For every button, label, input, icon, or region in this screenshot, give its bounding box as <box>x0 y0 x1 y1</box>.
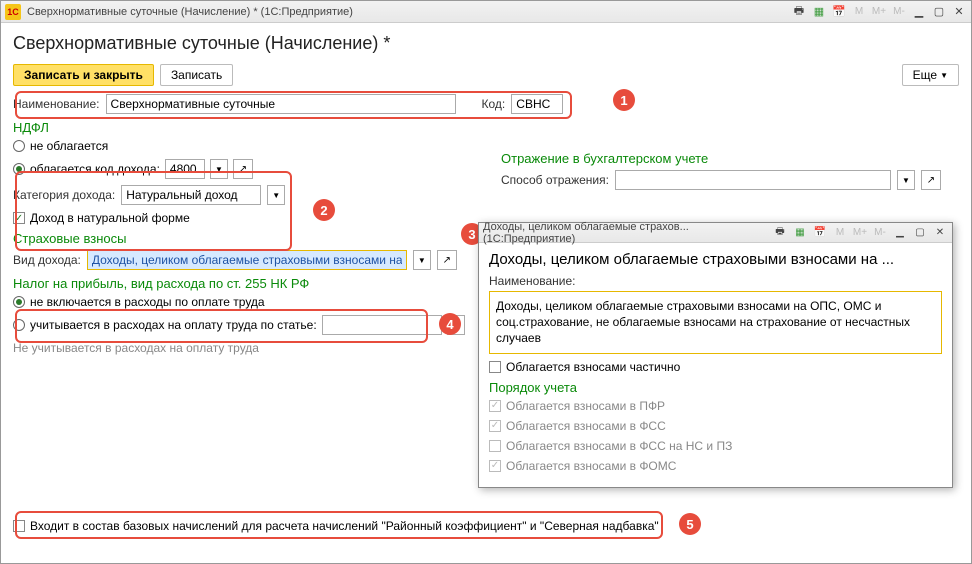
more-label: Еще <box>913 68 937 82</box>
profit-article-input[interactable] <box>322 315 442 335</box>
popup-name-box[interactable]: Доходы, целиком облагаемые страховыми вз… <box>489 291 942 354</box>
save-button[interactable]: Записать <box>160 64 233 86</box>
ndfl-none-label: не облагается <box>30 139 108 153</box>
badge-1: 1 <box>613 89 635 111</box>
ndfl-none-radio[interactable]: не облагается <box>13 139 483 153</box>
popup-pfr-checkbox: Облагается взносами в ПФР <box>489 399 942 413</box>
popup-foms-checkbox: Облагается взносами в ФОМС <box>489 459 942 473</box>
popup-partial-label: Облагается взносами частично <box>506 360 680 374</box>
cat-input[interactable] <box>121 185 261 205</box>
code-label: Код: <box>482 97 506 111</box>
profit-opt1-label: не включается в расходы по оплате труда <box>30 295 265 309</box>
name-input[interactable] <box>106 94 456 114</box>
popup-min-icon[interactable]: ▁ <box>892 225 908 241</box>
cat-dropdown[interactable]: ▼ <box>267 185 285 205</box>
popup-fssns-checkbox: Облагается взносами в ФСС на НС и ПЗ <box>489 439 942 453</box>
profit-opt2-radio[interactable]: учитывается в расходах на оплату труда п… <box>13 315 483 335</box>
chevron-down-icon: ▼ <box>940 71 948 80</box>
ndfl-taxed-radio[interactable]: облагается код дохода: ▼ ↗ <box>13 159 483 179</box>
popup-print-icon[interactable]: 🖶 <box>772 225 788 241</box>
page-title: Сверхнормативные суточные (Начисление) * <box>13 33 959 54</box>
base-calc-label: Входит в состав базовых начислений для р… <box>30 519 659 533</box>
minimize-icon[interactable]: ▁ <box>911 4 927 20</box>
code-input[interactable] <box>511 94 563 114</box>
popup-calendar-icon[interactable]: 📅 <box>812 225 828 241</box>
acct-way-label: Способ отражения: <box>501 173 609 187</box>
acct-way-input[interactable] <box>615 170 891 190</box>
m-icon[interactable]: M <box>851 4 867 20</box>
popup-max-icon[interactable]: ▢ <box>912 225 928 241</box>
profit-note: Не учитывается в расходах на оплату труд… <box>13 341 483 355</box>
profit-heading: Налог на прибыль, вид расхода по ст. 255… <box>13 276 483 291</box>
maximize-icon[interactable]: ▢ <box>931 4 947 20</box>
badge-5: 5 <box>679 513 701 535</box>
profit-opt1-radio[interactable]: не включается в расходы по оплате труда <box>13 295 483 309</box>
calc-icon[interactable]: ▦ <box>811 4 827 20</box>
popup-fss-checkbox: Облагается взносами в ФСС <box>489 419 942 433</box>
popup-pfr-label: Облагается взносами в ПФР <box>506 399 665 413</box>
popup-heading: Доходы, целиком облагаемые страховыми вз… <box>489 251 942 268</box>
kind-label: Вид дохода: <box>13 253 81 267</box>
popup-calc-icon[interactable]: ▦ <box>792 225 808 241</box>
base-calc-checkbox[interactable]: Входит в состав базовых начислений для р… <box>13 519 953 533</box>
print-icon[interactable]: 🖶 <box>791 4 807 20</box>
close-icon[interactable]: ✕ <box>951 4 967 20</box>
popup-mp-icon[interactable]: M+ <box>852 225 868 241</box>
kind-open[interactable]: ↗ <box>437 250 457 270</box>
profit-opt2-label: учитывается в расходах на оплату труда п… <box>30 318 317 332</box>
popup-fss-label: Облагается взносами в ФСС <box>506 419 666 433</box>
popup-partial-checkbox[interactable]: Облагается взносами частично <box>489 360 942 374</box>
kind-dropdown[interactable]: ▼ <box>413 250 431 270</box>
kind-input[interactable] <box>87 250 407 270</box>
more-button[interactable]: Еще▼ <box>902 64 959 86</box>
badge-4: 4 <box>439 313 461 335</box>
popup-foms-label: Облагается взносами в ФОМС <box>506 459 676 473</box>
acct-way-open[interactable]: ↗ <box>921 170 941 190</box>
popup-window: Доходы, целиком облагаемые страхов... (1… <box>478 222 953 488</box>
name-label: Наименование: <box>13 97 100 111</box>
popup-title: Доходы, целиком облагаемые страхов... (1… <box>483 221 772 245</box>
ndfl-code-open[interactable]: ↗ <box>233 159 253 179</box>
acct-heading: Отражение в бухгалтерском учете <box>501 151 941 166</box>
ndfl-code-input[interactable] <box>165 159 205 179</box>
window-titlebar: 1C Сверхнормативные суточные (Начисление… <box>1 1 971 23</box>
badge-2: 2 <box>313 199 335 221</box>
m-minus-icon[interactable]: M- <box>891 4 907 20</box>
insur-heading: Страховые взносы <box>13 231 483 246</box>
save-close-button[interactable]: Записать и закрыть <box>13 64 154 86</box>
ndfl-taxed-label: облагается код дохода: <box>30 162 160 176</box>
acct-way-dropdown[interactable]: ▼ <box>897 170 915 190</box>
popup-fssns-label: Облагается взносами в ФСС на НС и ПЗ <box>506 439 732 453</box>
natural-label: Доход в натуральной форме <box>30 211 190 225</box>
ndfl-heading: НДФЛ <box>13 120 483 135</box>
window-title: Сверхнормативные суточные (Начисление) *… <box>27 6 353 18</box>
popup-name-label: Наименование: <box>489 274 942 288</box>
popup-close-icon[interactable]: ✕ <box>932 225 948 241</box>
popup-m-icon[interactable]: M <box>832 225 848 241</box>
natural-checkbox[interactable]: Доход в натуральной форме <box>13 211 483 225</box>
cat-label: Категория дохода: <box>13 188 115 202</box>
popup-order-heading: Порядок учета <box>489 380 942 395</box>
popup-mm-icon[interactable]: M- <box>872 225 888 241</box>
popup-titlebar: Доходы, целиком облагаемые страхов... (1… <box>479 223 952 243</box>
ndfl-code-dropdown[interactable]: ▼ <box>210 159 228 179</box>
m-plus-icon[interactable]: M+ <box>871 4 887 20</box>
calendar-icon[interactable]: 📅 <box>831 4 847 20</box>
app-logo: 1C <box>5 4 21 20</box>
